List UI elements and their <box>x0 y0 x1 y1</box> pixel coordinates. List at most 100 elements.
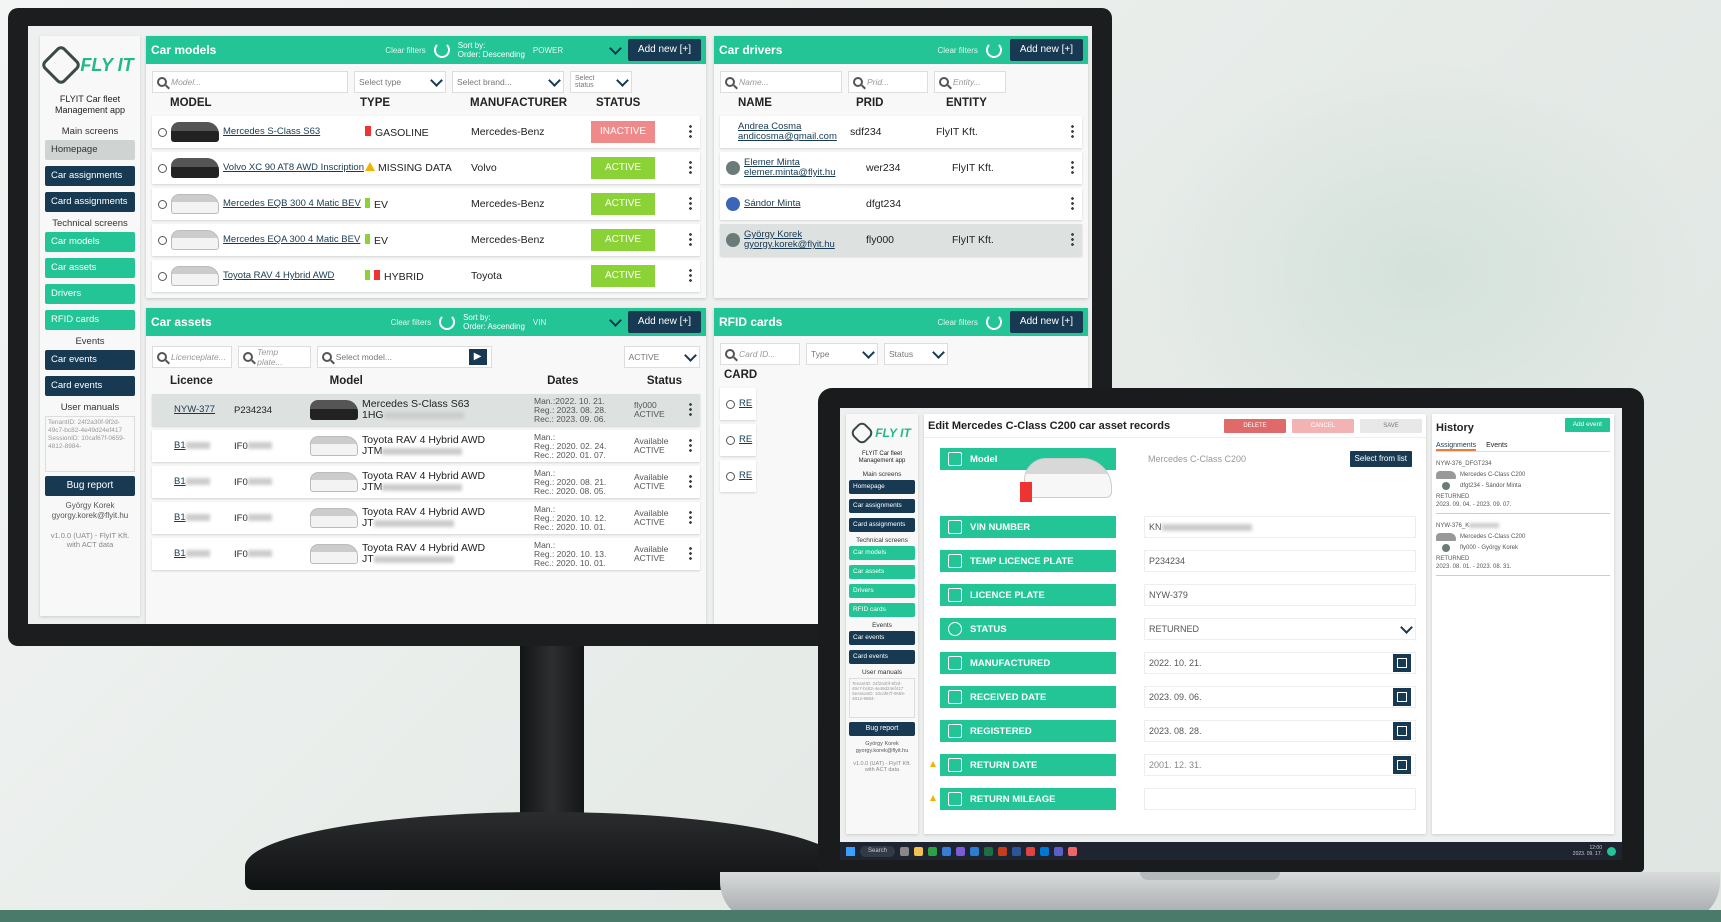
clear-filters-link[interactable]: Clear filters <box>937 318 977 327</box>
history-entry[interactable]: NYW-376_K Mercedes C-Class C200 fly000 -… <box>1436 522 1610 576</box>
sidebar-item-drivers[interactable]: Drivers <box>849 584 915 598</box>
file-explorer-icon[interactable] <box>914 846 924 856</box>
sidebar-item-car-assets[interactable]: Car assets <box>849 565 915 579</box>
column-header[interactable]: ENTITY <box>946 97 987 109</box>
table-row[interactable]: Mercedes S-Class S63 GASOLINE Mercedes-B… <box>152 116 700 148</box>
card-link[interactable]: RE <box>739 471 752 481</box>
calendar-picker-icon[interactable] <box>1393 722 1411 740</box>
sidebar-item-card-assignments[interactable]: Card assignments <box>45 192 135 212</box>
model-link[interactable]: Toyota RAV 4 Hybrid AWD <box>223 271 365 281</box>
excel-icon[interactable] <box>984 846 994 856</box>
info-icon[interactable] <box>726 435 735 445</box>
sidebar-item-car-assignments[interactable]: Car assignments <box>849 499 915 513</box>
more-options-icon[interactable] <box>689 160 692 174</box>
app-icon[interactable] <box>1068 846 1078 856</box>
sidebar-item-rfid-cards[interactable]: RFID cards <box>45 310 135 330</box>
sidebar-item-card-events[interactable]: Card events <box>849 650 915 664</box>
driver-link[interactable]: Andrea Cosma andicosma@gmail.com <box>726 122 850 142</box>
vscode-icon[interactable] <box>1040 846 1050 856</box>
temp-plate-filter-input[interactable]: Temp plate... <box>238 346 311 368</box>
brand-select[interactable]: Select brand... <box>452 71 564 93</box>
status-select[interactable]: Status <box>884 343 948 365</box>
more-options-icon[interactable] <box>1071 124 1074 138</box>
licence-filter-input[interactable]: Licenceplate... <box>152 346 233 368</box>
tab-events[interactable]: Events <box>1486 442 1507 451</box>
driver-link[interactable]: György Korek gyorgy.korek@flyit.hu <box>744 230 866 250</box>
windows-start-icon[interactable] <box>846 846 855 856</box>
table-row[interactable]: B1 IF0 Toyota RAV 4 Hybrid AWD JT Man.: Re… <box>152 502 700 534</box>
name-filter-input[interactable]: Name... <box>720 71 842 93</box>
refresh-icon[interactable] <box>985 314 1002 330</box>
entity-filter-input[interactable]: Entity... <box>934 71 1006 93</box>
table-row[interactable]: Toyota RAV 4 Hybrid AWD HYBRID Toyota AC… <box>152 260 700 292</box>
sort-value[interactable]: POWER <box>533 46 603 55</box>
column-header[interactable]: Status <box>647 375 682 387</box>
column-header[interactable]: MODEL <box>170 97 360 109</box>
driver-link[interactable]: Sándor Minta <box>744 199 866 209</box>
info-icon[interactable] <box>158 127 167 137</box>
refresh-icon[interactable] <box>439 314 456 330</box>
more-options-icon[interactable] <box>689 546 692 560</box>
sidebar-item-car-events[interactable]: Car events <box>45 350 135 370</box>
edge-icon[interactable] <box>942 846 952 856</box>
column-header[interactable]: CARD <box>724 369 757 381</box>
sort-label[interactable]: Sort by: Order: Descending <box>458 41 525 59</box>
more-options-icon[interactable] <box>689 268 692 282</box>
calendar-picker-icon[interactable] <box>1393 756 1411 774</box>
cancel-button[interactable]: CANCEL <box>1292 418 1354 433</box>
card-id-filter-input[interactable]: Card ID... <box>720 343 800 365</box>
play-icon[interactable]: ▶ <box>468 349 487 365</box>
column-header[interactable]: Dates <box>547 375 647 387</box>
more-options-icon[interactable] <box>689 196 692 210</box>
word-icon[interactable] <box>1012 846 1022 856</box>
return-date-input[interactable]: 2001. 12. 31. <box>1144 754 1416 776</box>
sidebar-item-card-events[interactable]: Card events <box>45 376 135 396</box>
delete-button[interactable]: DELETE <box>1224 418 1286 433</box>
chevron-down-icon[interactable] <box>609 313 622 327</box>
table-row[interactable]: B1 IF0 Toyota RAV 4 Hybrid AWD JTM Man.: R… <box>152 430 700 462</box>
column-header[interactable]: NAME <box>738 97 856 109</box>
table-row[interactable]: NYW-377 P234234 Mercedes S-Class S63 1HG … <box>152 394 700 426</box>
calendar-picker-icon[interactable] <box>1393 688 1411 706</box>
refresh-icon[interactable] <box>985 42 1002 58</box>
manufactured-input[interactable]: 2022. 10. 21. <box>1144 652 1416 674</box>
return-mileage-input[interactable] <box>1144 788 1416 810</box>
more-options-icon[interactable] <box>1071 232 1074 246</box>
more-options-icon[interactable] <box>689 510 692 524</box>
column-header[interactable]: MANUFACTURER <box>470 97 596 109</box>
table-row[interactable]: Elemer Minta elemer.minta@flyit.hu wer234… <box>720 152 1082 184</box>
sidebar-item-car-models[interactable]: Car models <box>849 546 915 560</box>
table-row[interactable]: Volvo XC 90 AT8 AWD Inscription MISSING … <box>152 152 700 184</box>
sidebar-item-car-events[interactable]: Car events <box>849 631 915 645</box>
acrobat-icon[interactable] <box>1026 846 1036 856</box>
column-header[interactable]: PRID <box>856 97 946 109</box>
sidebar-item-homepage[interactable]: Homepage <box>45 140 135 160</box>
licence-plate-input[interactable]: NYW-379 <box>1144 584 1416 606</box>
chevron-down-icon[interactable] <box>609 41 622 55</box>
more-options-icon[interactable] <box>1071 196 1074 210</box>
status-select[interactable]: ACTIVE <box>623 346 700 368</box>
more-options-icon[interactable] <box>689 474 692 488</box>
sort-value[interactable]: VIN <box>533 318 603 327</box>
type-select[interactable]: Type <box>806 343 878 365</box>
temp-licence-input[interactable]: P234234 <box>1144 550 1416 572</box>
table-row[interactable]: RE <box>720 424 756 456</box>
sidebar-item-card-assignments[interactable]: Card assignments <box>849 518 915 532</box>
table-row[interactable]: B1 IF0 Toyota RAV 4 Hybrid AWD JT Man.: Re… <box>152 538 700 570</box>
model-link[interactable]: Mercedes S-Class S63 <box>223 127 365 137</box>
bug-report-button[interactable]: Bug report <box>45 476 135 496</box>
info-icon[interactable] <box>726 399 735 409</box>
clear-filters-link[interactable]: Clear filters <box>391 318 431 327</box>
card-link[interactable]: RE <box>739 399 752 409</box>
add-new-button[interactable]: Add new [+] <box>1009 311 1083 333</box>
task-view-icon[interactable] <box>900 846 910 856</box>
info-icon[interactable] <box>158 199 167 209</box>
model-link[interactable]: Mercedes EQB 300 4 Matic BEV <box>223 199 365 209</box>
model-link[interactable]: Volvo XC 90 AT8 AWD Inscription <box>223 163 365 173</box>
column-header[interactable]: STATUS <box>596 97 640 109</box>
table-row[interactable]: György Korek gyorgy.korek@flyit.hu fly000… <box>720 224 1082 256</box>
info-icon[interactable] <box>158 235 167 245</box>
sidebar-item-drivers[interactable]: Drivers <box>45 284 135 304</box>
sidebar-item-car-models[interactable]: Car models <box>45 232 135 252</box>
status-select[interactable]: Select status <box>570 71 632 93</box>
